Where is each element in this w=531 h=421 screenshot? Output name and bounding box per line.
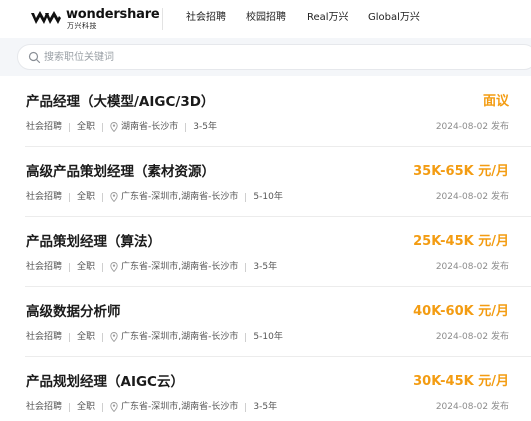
meta-divider xyxy=(245,332,247,342)
job-date: 2024-08-02 发布 xyxy=(435,262,509,272)
job-meta: 社会招聘 全职 广东省-深圳市,湖南省-长沙市 3-5年 xyxy=(26,261,277,273)
search-bar-area xyxy=(0,38,531,76)
job-card[interactable]: 产品策划经理（算法） 25K-45K 元/月 社会招聘 全职 广东省-深圳市,湖… xyxy=(0,217,531,287)
job-salary: 35K-65K 元/月 xyxy=(413,164,509,179)
nav-social-recruitment[interactable]: 社会招聘 xyxy=(186,11,226,25)
job-card[interactable]: 产品规划经理（AIGC云） 30K-45K 元/月 社会招聘 全职 广东省-深圳… xyxy=(0,357,531,421)
job-location: 广东省-深圳市,湖南省-长沙市 xyxy=(121,262,239,272)
meta-divider xyxy=(102,192,104,202)
job-location: 湖南省-长沙市 xyxy=(121,122,179,132)
job-date: 2024-08-02 发布 xyxy=(435,332,509,342)
job-mode: 全职 xyxy=(77,402,96,412)
nav-real-wondershare[interactable]: Real万兴 xyxy=(307,11,349,25)
job-type: 社会招聘 xyxy=(26,122,63,132)
search-icon xyxy=(28,51,41,64)
job-experience: 3-5年 xyxy=(253,262,278,272)
location-pin-icon xyxy=(110,402,118,412)
job-salary: 30K-45K 元/月 xyxy=(413,374,509,389)
meta-divider xyxy=(185,122,187,132)
job-meta: 社会招聘 全职 湖南省-长沙市 3-5年 xyxy=(26,121,217,133)
wondershare-logo[interactable]: wondershare 万兴科技 xyxy=(31,8,160,30)
job-date: 2024-08-02 发布 xyxy=(435,192,509,202)
job-location: 广东省-深圳市,湖南省-长沙市 xyxy=(121,332,239,342)
job-type: 社会招聘 xyxy=(26,192,63,202)
job-card[interactable]: 产品经理（大模型/AIGC/3D） 面议 社会招聘 全职 湖南省-长沙市 3-5… xyxy=(0,77,531,147)
logo-subtitle: 万兴科技 xyxy=(67,22,97,30)
job-location: 广东省-深圳市,湖南省-长沙市 xyxy=(121,402,239,412)
job-mode: 全职 xyxy=(77,262,96,272)
job-mode: 全职 xyxy=(77,122,96,132)
job-meta: 社会招聘 全职 广东省-深圳市,湖南省-长沙市 3-5年 xyxy=(26,401,277,413)
nav-global-wondershare[interactable]: Global万兴 xyxy=(368,11,420,25)
meta-divider xyxy=(245,262,247,272)
job-type: 社会招聘 xyxy=(26,262,63,272)
job-meta: 社会招聘 全职 广东省-深圳市,湖南省-长沙市 5-10年 xyxy=(26,191,283,203)
meta-divider xyxy=(245,402,247,412)
meta-divider xyxy=(69,122,71,132)
location-pin-icon xyxy=(110,122,118,132)
meta-divider xyxy=(69,262,71,272)
job-card[interactable]: 高级数据分析师 40K-60K 元/月 社会招聘 全职 广东省-深圳市,湖南省-… xyxy=(0,287,531,357)
meta-divider xyxy=(102,332,104,342)
logo-text: wondershare xyxy=(66,7,160,22)
meta-divider xyxy=(245,192,247,202)
meta-divider xyxy=(102,402,104,412)
job-salary: 25K-45K 元/月 xyxy=(413,234,509,249)
job-type: 社会招聘 xyxy=(26,332,63,342)
job-salary: 面议 xyxy=(482,94,509,109)
wondershare-logo-icon xyxy=(31,11,61,24)
meta-divider xyxy=(69,192,71,202)
job-date: 2024-08-02 发布 xyxy=(435,402,509,412)
job-salary: 40K-60K 元/月 xyxy=(413,304,509,319)
job-mode: 全职 xyxy=(77,192,96,202)
meta-divider xyxy=(102,122,104,132)
job-experience: 5-10年 xyxy=(253,332,283,342)
job-experience: 3-5年 xyxy=(193,122,217,132)
job-mode: 全职 xyxy=(77,332,96,342)
search-input[interactable] xyxy=(44,48,484,66)
job-title[interactable]: 产品规划经理（AIGC云） xyxy=(26,373,184,391)
meta-divider xyxy=(69,332,71,342)
location-pin-icon xyxy=(110,332,118,342)
location-pin-icon xyxy=(110,192,118,202)
job-title[interactable]: 高级产品策划经理（素材资源） xyxy=(26,163,215,181)
job-meta: 社会招聘 全职 广东省-深圳市,湖南省-长沙市 5-10年 xyxy=(26,331,283,343)
job-title[interactable]: 产品经理（大模型/AIGC/3D） xyxy=(26,93,214,111)
job-card[interactable]: 高级产品策划经理（素材资源） 35K-65K 元/月 社会招聘 全职 广东省-深… xyxy=(0,147,531,217)
meta-divider xyxy=(69,402,71,412)
meta-divider xyxy=(102,262,104,272)
job-type: 社会招聘 xyxy=(26,402,63,412)
job-experience: 5-10年 xyxy=(253,192,283,202)
header-divider xyxy=(162,8,163,30)
job-title[interactable]: 高级数据分析师 xyxy=(26,303,121,321)
job-experience: 3-5年 xyxy=(253,402,278,412)
nav-campus-recruitment[interactable]: 校园招聘 xyxy=(246,11,286,25)
job-date: 2024-08-02 发布 xyxy=(435,122,509,132)
job-title[interactable]: 产品策划经理（算法） xyxy=(26,233,161,251)
location-pin-icon xyxy=(110,262,118,272)
top-header: wondershare 万兴科技 社会招聘 校园招聘 Real万兴 Global… xyxy=(0,0,531,38)
job-location: 广东省-深圳市,湖南省-长沙市 xyxy=(121,192,239,202)
search-box[interactable] xyxy=(17,44,531,70)
